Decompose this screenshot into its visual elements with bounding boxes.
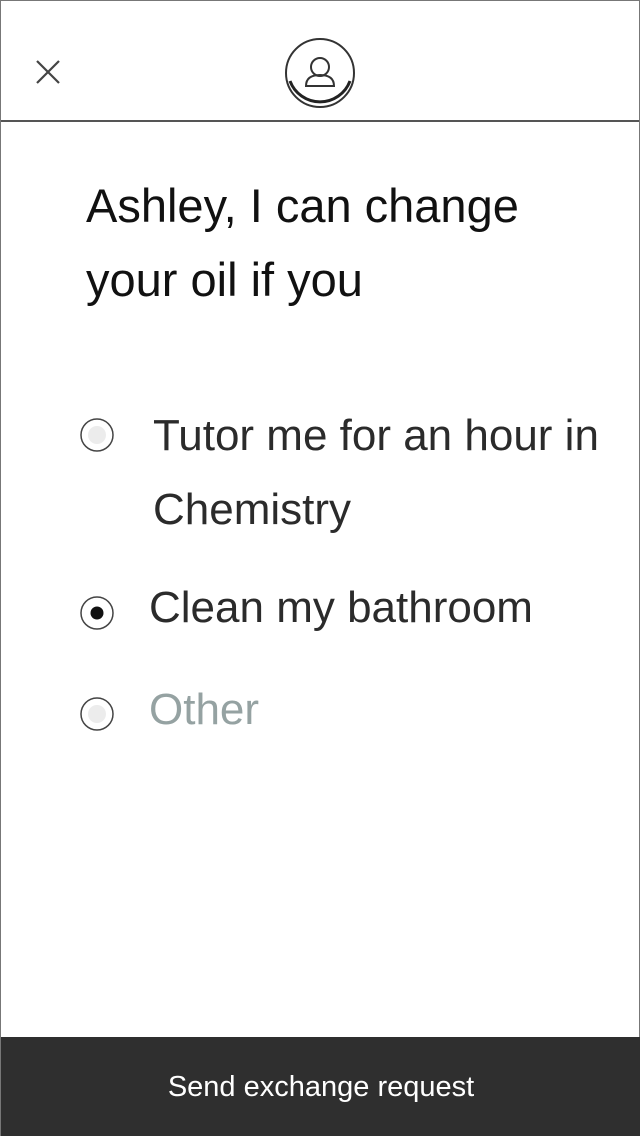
radio-unchecked-icon[interactable] (79, 696, 115, 732)
option-label: Clean my bathroom (149, 583, 533, 632)
option-other[interactable]: Other (79, 673, 619, 747)
radio-checked-icon[interactable] (79, 595, 115, 631)
send-exchange-request-button[interactable]: Send exchange request (1, 1037, 640, 1136)
radio-unchecked-icon[interactable] (79, 417, 115, 453)
header (1, 1, 639, 122)
option-label: Tutor me for an hour in Chemistry (153, 411, 599, 534)
screen: Ashley, I can change your oil if you Tut… (0, 0, 640, 1136)
page-title: Ashley, I can change your oil if you (86, 179, 519, 306)
avatar[interactable] (284, 37, 356, 109)
send-button-label: Send exchange request (167, 1070, 475, 1103)
option-other-input[interactable]: Other (149, 673, 609, 747)
close-button[interactable] (29, 53, 67, 91)
close-icon (36, 60, 60, 84)
option-tutor[interactable]: Tutor me for an hour in Chemistry (79, 399, 619, 549)
user-avatar-icon (285, 38, 355, 108)
option-clean-bathroom[interactable]: Clean my bathroom (79, 571, 619, 645)
